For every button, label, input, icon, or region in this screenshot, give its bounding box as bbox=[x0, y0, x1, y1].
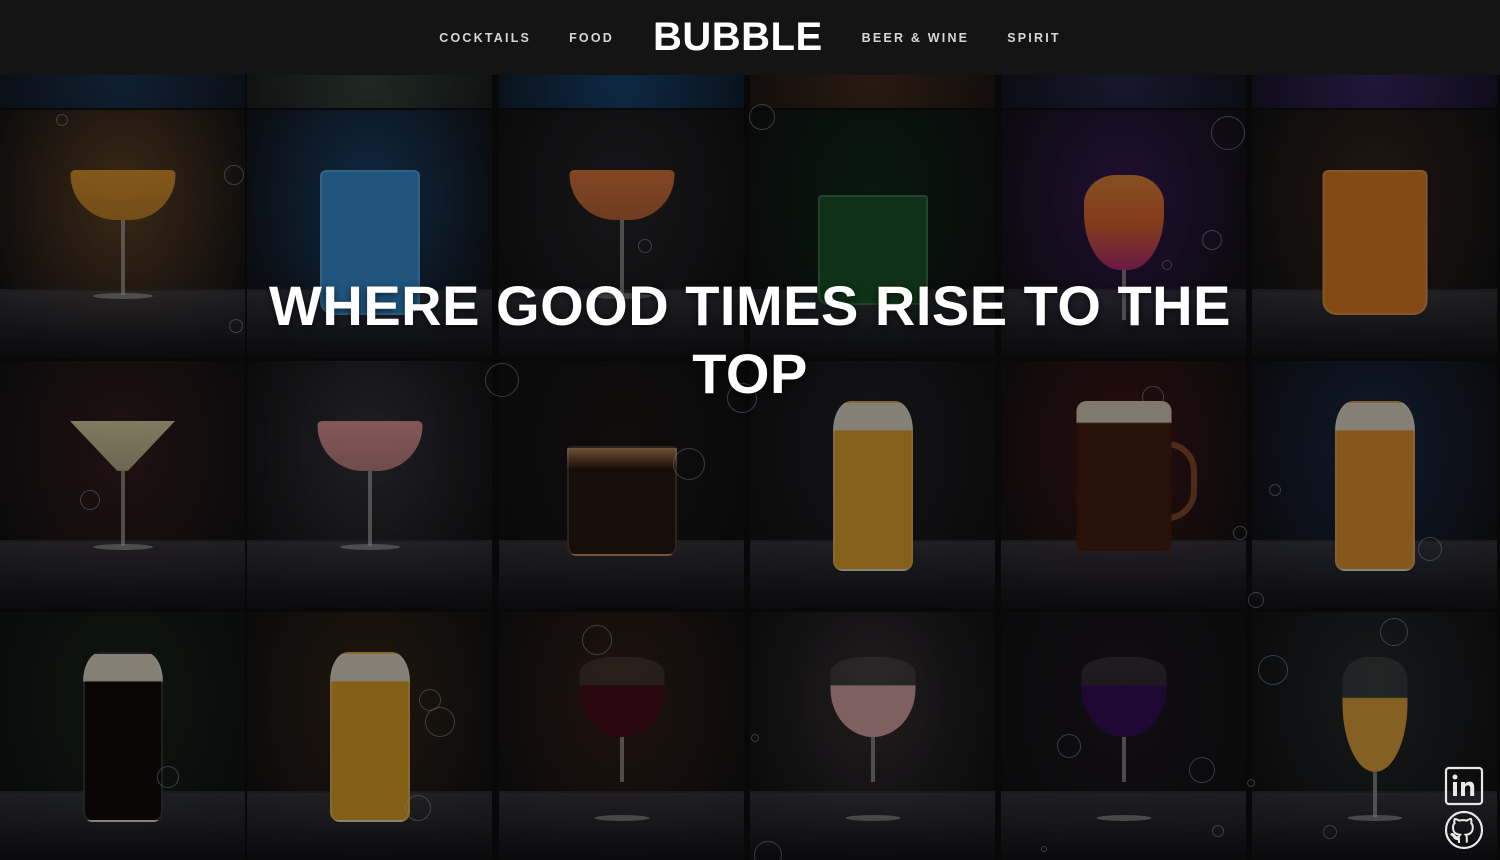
nav-cocktails[interactable]: COCKTAILS bbox=[439, 31, 531, 45]
bubble-decoration bbox=[80, 490, 100, 510]
main-nav: COCKTAILS FOOD BUBBLE BEER & WINE SPIRIT bbox=[420, 15, 1079, 60]
gallery-tile-orange-tumbler bbox=[1252, 110, 1497, 358]
bubble-decoration bbox=[1211, 116, 1245, 150]
bubble-decoration bbox=[749, 104, 775, 130]
drink-glass bbox=[569, 170, 674, 220]
bubble-decoration bbox=[1189, 757, 1215, 783]
drink-glass bbox=[70, 170, 175, 220]
bubble-decoration bbox=[673, 448, 705, 480]
linkedin-icon[interactable] bbox=[1444, 766, 1484, 806]
bubble-decoration bbox=[1212, 825, 1224, 837]
bubble-decoration bbox=[1247, 779, 1255, 787]
bubble-decoration bbox=[56, 114, 68, 126]
drink-glass bbox=[329, 652, 410, 822]
glass-stem bbox=[1372, 772, 1377, 817]
glass-base bbox=[92, 544, 153, 550]
gallery-tile-red-wine bbox=[499, 612, 744, 860]
bubble-decoration bbox=[1258, 655, 1288, 685]
glass-stem bbox=[1121, 737, 1126, 782]
drink-glass bbox=[82, 652, 163, 822]
nav-spirit[interactable]: SPIRIT bbox=[1007, 31, 1060, 45]
table-surface bbox=[1001, 790, 1246, 860]
gallery-tile-pilsner-blue bbox=[1252, 361, 1497, 609]
gallery-tile-stout bbox=[0, 612, 245, 860]
drink-glass bbox=[1076, 401, 1171, 551]
drink-glass bbox=[1342, 657, 1407, 772]
bubble-decoration bbox=[229, 319, 243, 333]
drink-glass bbox=[566, 446, 677, 556]
github-icon[interactable] bbox=[1444, 810, 1484, 850]
drink-glass bbox=[832, 401, 913, 571]
bubble-decoration bbox=[1202, 230, 1222, 250]
drink-glass bbox=[317, 421, 422, 471]
drink-glass bbox=[1081, 657, 1166, 737]
gallery-tile-purple-wine bbox=[1001, 612, 1246, 860]
glass-base bbox=[92, 293, 153, 299]
drink-glass bbox=[830, 657, 915, 737]
bubble-decoration bbox=[1041, 846, 1047, 852]
drink-glass bbox=[1083, 175, 1164, 270]
photo-gallery bbox=[0, 0, 1500, 860]
glass-stem bbox=[120, 220, 125, 295]
table-surface bbox=[499, 790, 744, 860]
drink-glass bbox=[579, 657, 664, 737]
bubble-decoration bbox=[1248, 592, 1264, 608]
bubble-decoration bbox=[1162, 260, 1172, 270]
bubble-decoration bbox=[1233, 526, 1247, 540]
glass-stem bbox=[870, 737, 875, 782]
site-header: COCKTAILS FOOD BUBBLE BEER & WINE SPIRIT bbox=[0, 0, 1500, 75]
glass-base bbox=[1347, 815, 1402, 821]
hero-title: WHERE GOOD TIMES RISE TO THE TOP bbox=[269, 274, 1231, 405]
bubble-decoration bbox=[224, 165, 244, 185]
glass-base bbox=[1096, 815, 1151, 821]
bubble-decoration bbox=[405, 795, 431, 821]
glass-base bbox=[339, 544, 400, 550]
gallery-tile-wheat-beer bbox=[247, 612, 492, 860]
glass-base bbox=[845, 815, 900, 821]
bubble-decoration bbox=[751, 734, 759, 742]
nav-food[interactable]: FOOD bbox=[569, 31, 614, 45]
glass-stem bbox=[120, 471, 125, 546]
gallery-tile-margarita bbox=[0, 110, 245, 358]
drink-glass bbox=[70, 421, 175, 471]
bubble-decoration bbox=[582, 625, 612, 655]
bubble-decoration bbox=[157, 766, 179, 788]
glass-stem bbox=[619, 737, 624, 782]
bubble-decoration bbox=[1323, 825, 1337, 839]
gallery-tile-rose-wine bbox=[750, 612, 995, 860]
glass-stem bbox=[367, 471, 372, 546]
brand-logo[interactable]: BUBBLE bbox=[653, 15, 823, 60]
gallery-tile-martini bbox=[0, 361, 245, 609]
nav-beer-wine[interactable]: BEER & WINE bbox=[862, 31, 970, 45]
glass-base bbox=[594, 815, 649, 821]
bubble-decoration bbox=[1380, 618, 1408, 646]
bubble-decoration bbox=[1057, 734, 1081, 758]
bubble-decoration bbox=[1418, 537, 1442, 561]
drink-glass bbox=[1334, 401, 1415, 571]
bubble-decoration bbox=[425, 707, 455, 737]
drink-glass bbox=[1322, 170, 1427, 315]
table-surface bbox=[750, 790, 995, 860]
bubble-decoration bbox=[638, 239, 652, 253]
bubble-decoration bbox=[1269, 484, 1281, 496]
